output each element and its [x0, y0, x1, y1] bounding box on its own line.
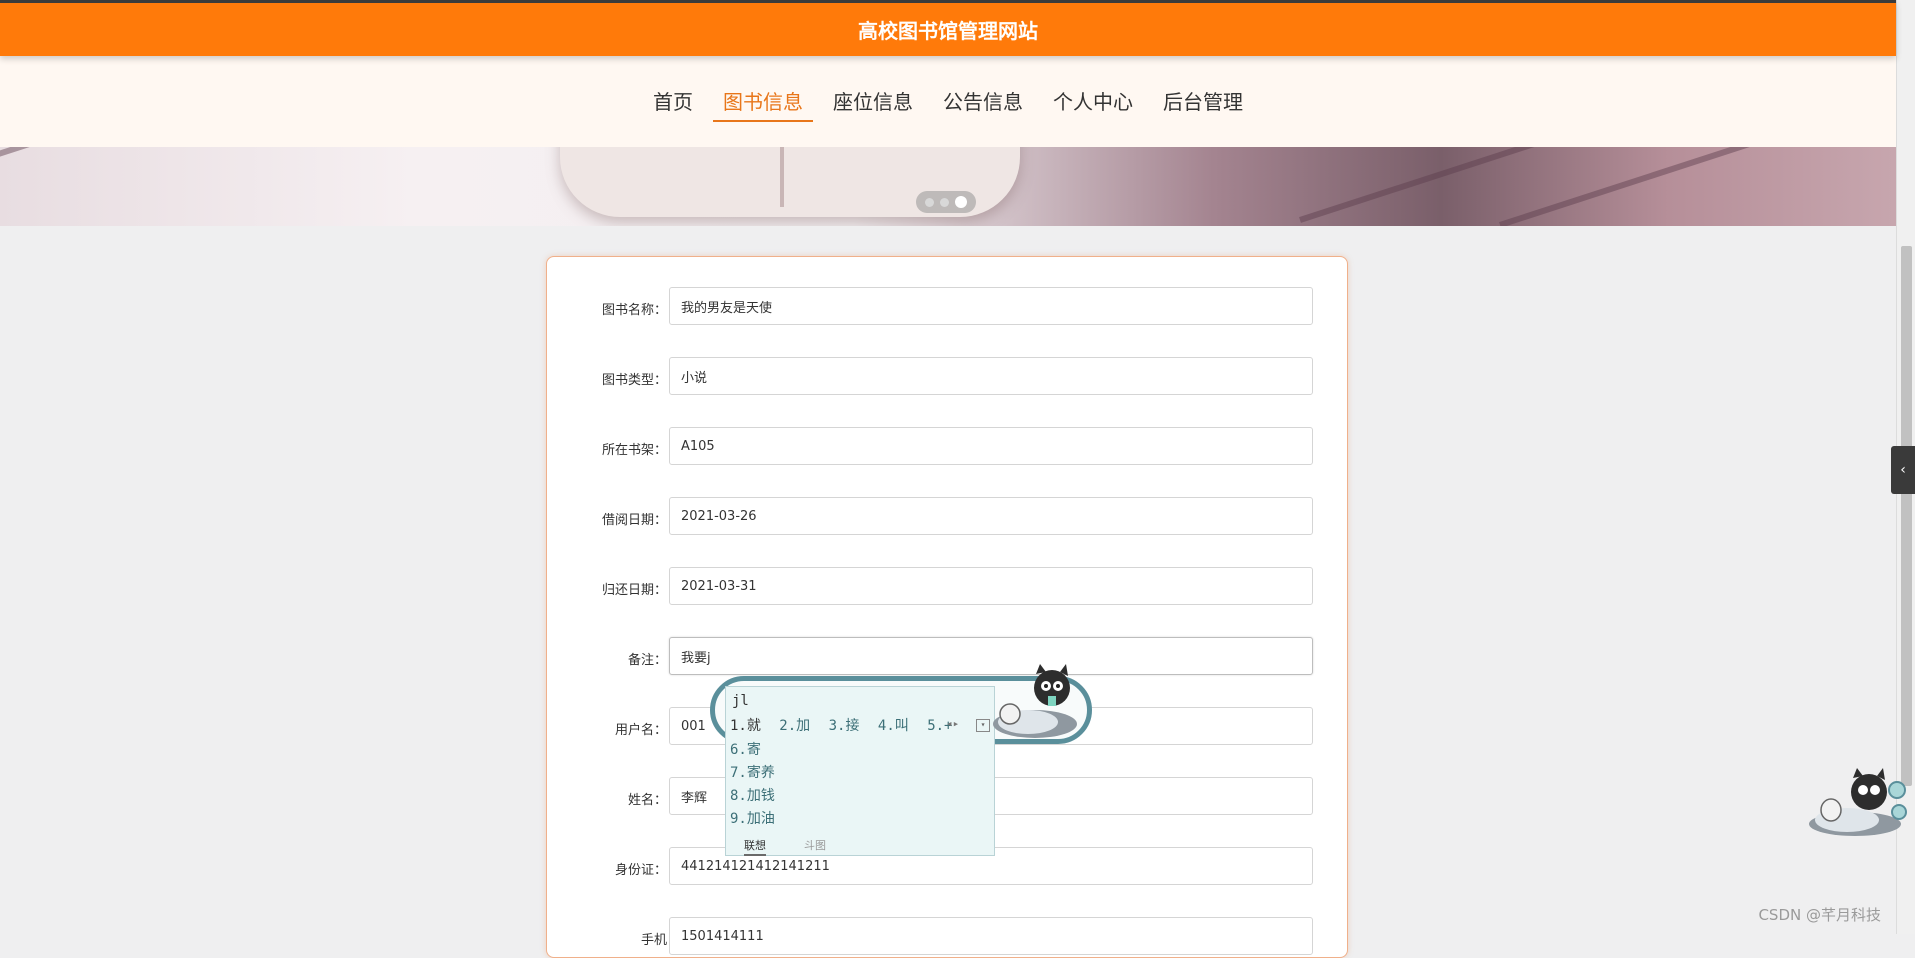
ime-candidate[interactable]: 2.加	[779, 718, 810, 734]
banner-image	[0, 147, 1896, 226]
remark-label: 备注：	[627, 653, 667, 668]
carousel-dot-2[interactable]	[940, 197, 949, 207]
ime-page-arrows-icon[interactable]: ◂▸	[946, 717, 959, 730]
name-label: 姓名：	[627, 793, 667, 808]
form-row-borrow-date: 借阅日期：	[547, 497, 1347, 537]
ime-candidate[interactable]: 1.就	[730, 718, 761, 734]
phone-label: 手机	[640, 933, 667, 948]
id-card-label: 身份证：	[614, 863, 667, 878]
ime-tabs: 联想 斗图	[726, 835, 994, 856]
ime-candidate[interactable]: 8.加钱	[730, 785, 775, 805]
ime-tab-sticker[interactable]: 斗图	[804, 837, 826, 853]
book-name-input[interactable]	[669, 287, 1313, 325]
book-type-input[interactable]	[669, 357, 1313, 395]
form-row-book-type: 图书类型：	[547, 357, 1347, 397]
shelf-label: 所在书架：	[601, 443, 667, 458]
nav-item-seat-info[interactable]: 座位信息	[823, 86, 923, 122]
nav-item-admin[interactable]: 后台管理	[1153, 86, 1253, 122]
ime-candidate[interactable]: 7.寄养	[730, 762, 775, 782]
return-date-label: 归还日期：	[601, 583, 667, 598]
ime-candidate-window: jl 1.就 2.加 3.接 4.叫 5.+ ◂▸ ▾ 6.寄 7.寄养 8.加…	[725, 686, 995, 856]
nav-item-book-info[interactable]: 图书信息	[713, 86, 813, 122]
form-row-phone: 手机	[547, 917, 1347, 957]
form-row-remark: 备注：	[547, 637, 1347, 677]
nav-item-personal-center[interactable]: 个人中心	[1043, 86, 1143, 122]
ime-candidate[interactable]: 9.加油	[730, 808, 775, 828]
form-row-return-date: 归还日期：	[547, 567, 1347, 607]
ime-mascot-icon	[993, 664, 1077, 738]
form-row-book-name: 图书名称：	[547, 287, 1347, 327]
floating-mascot-icon[interactable]	[1805, 766, 1915, 838]
phone-input[interactable]	[669, 917, 1313, 955]
ime-candidate[interactable]: 4.叫	[878, 718, 909, 734]
username-label: 用户名：	[614, 723, 667, 738]
borrow-date-input[interactable]	[669, 497, 1313, 535]
ime-tab-suggest[interactable]: 联想	[744, 837, 766, 856]
nav-item-home[interactable]: 首页	[643, 86, 703, 122]
ime-pinyin: jl	[732, 693, 749, 709]
site-title: 高校图书馆管理网站	[858, 19, 1038, 43]
page: 高校图书馆管理网站 首页 图书信息 座位信息 公告信息 个人中心 后台管理 图书…	[0, 0, 1896, 958]
form-row-shelf: 所在书架：	[547, 427, 1347, 467]
scrollbar-thumb[interactable]	[1901, 246, 1912, 786]
nav-item-announcements[interactable]: 公告信息	[933, 86, 1033, 122]
banner-plank	[1499, 147, 1863, 226]
carousel-dot-3[interactable]	[955, 196, 967, 208]
banner-plank	[0, 147, 267, 163]
watermark: CSDN @芊月科技	[1758, 906, 1881, 924]
side-panel-toggle-icon[interactable]: ‹	[1891, 446, 1915, 494]
ime-top-candidates: 1.就 2.加 3.接 4.叫 5.+	[730, 715, 962, 735]
book-type-label: 图书类型：	[601, 373, 667, 388]
return-date-input[interactable]	[669, 567, 1313, 605]
borrow-date-label: 借阅日期：	[601, 513, 667, 528]
ime-candidate[interactable]: 3.接	[829, 718, 860, 734]
carousel-dot-1[interactable]	[925, 197, 934, 207]
book-name-label: 图书名称：	[601, 303, 667, 318]
top-bar: 高校图书馆管理网站	[0, 0, 1896, 56]
ime-expand-icon[interactable]: ▾	[976, 719, 990, 732]
main-nav: 首页 图书信息 座位信息 公告信息 个人中心 后台管理	[0, 56, 1896, 147]
shelf-input[interactable]	[669, 427, 1313, 465]
ime-candidate[interactable]: 6.寄	[730, 739, 761, 759]
carousel-indicator	[916, 191, 976, 213]
